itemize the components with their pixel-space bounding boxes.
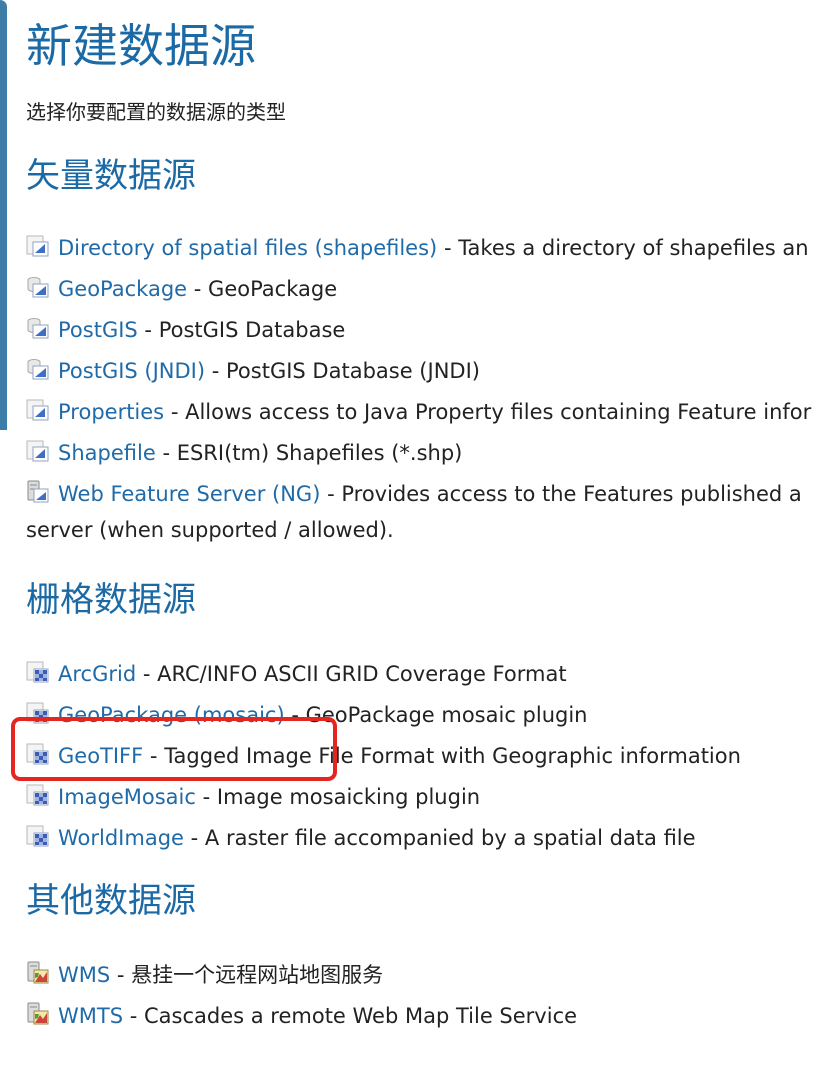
page-title: 新建数据源 (26, 19, 256, 73)
section-title-raster: 栅格数据源 (26, 580, 196, 620)
store-list-item: GeoPackage - GeoPackage (26, 269, 822, 310)
store-type-link[interactable]: PostGIS (58, 318, 138, 342)
store-type-link[interactable]: GeoPackage (58, 277, 187, 301)
section-title-other: 其他数据源 (26, 881, 196, 921)
store-list-item: Directory of spatial files (shapefiles) … (26, 228, 822, 269)
store-list-item: Properties - Allows access to Java Prope… (26, 392, 822, 433)
separator: - (116, 963, 125, 987)
raster-store-icon (26, 783, 50, 807)
store-type-link[interactable]: GeoPackage (mosaic) (58, 703, 285, 727)
raster-store-list: ArcGrid - ARC/INFO ASCII GRID Coverage F… (26, 654, 822, 859)
other-store-list: WMS - 悬挂一个远程网站地图服务 WMTS - Cascades a remo… (26, 955, 822, 1037)
store-type-link[interactable]: Properties (58, 400, 164, 424)
separator: - (327, 482, 335, 506)
store-type-link[interactable]: Shapefile (58, 441, 156, 465)
server-store-icon (26, 480, 50, 504)
store-type-link[interactable]: WMS (58, 963, 110, 987)
wms-store-icon (26, 961, 50, 985)
store-type-description: ARC/INFO ASCII GRID Coverage Format (157, 662, 567, 686)
raster-store-icon (26, 660, 50, 684)
store-type-description: Cascades a remote Web Map Tile Service (144, 1004, 578, 1028)
store-type-description: A raster file accompanied by a spatial d… (204, 826, 696, 850)
store-type-link[interactable]: PostGIS (JNDI) (58, 359, 205, 383)
separator: - (193, 277, 202, 301)
store-type-link[interactable]: WMTS (58, 1004, 123, 1028)
separator: - (149, 744, 158, 768)
store-type-description: Image mosaicking plugin (216, 785, 481, 809)
separator: - (202, 785, 211, 809)
store-type-link[interactable]: Web Feature Server (NG) (58, 482, 320, 506)
store-list-item: Web Feature Server (NG) - Provides acces… (26, 474, 822, 548)
separator: - (129, 1004, 138, 1028)
separator: - (291, 703, 299, 727)
store-list-item: Shapefile - ESRI(tm) Shapefiles (*.shp) (26, 433, 822, 474)
store-list-item: GeoTIFF - Tagged Image File Format with … (26, 736, 822, 777)
store-list-item: PostGIS (JNDI) - PostGIS Database (JNDI) (26, 351, 822, 392)
store-type-description: PostGIS Database (JNDI) (226, 359, 480, 383)
store-list-item: WMTS - Cascades a remote Web Map Tile Se… (26, 996, 822, 1037)
separator: - (170, 400, 179, 424)
store-type-link[interactable]: GeoTIFF (58, 744, 143, 768)
store-type-description: Allows access to Java Property files con… (185, 400, 812, 424)
store-type-description: PostGIS Database (158, 318, 346, 342)
store-type-link[interactable]: WorldImage (58, 826, 184, 850)
database-store-icon (26, 275, 50, 299)
store-type-description: ESRI(tm) Shapefiles (*.shp) (176, 441, 463, 465)
store-type-description: Takes a directory of shapefiles an (458, 236, 809, 260)
section-title-vector: 矢量数据源 (26, 156, 196, 196)
store-type-description: GeoPackage mosaic plugin (305, 703, 588, 727)
separator: - (211, 359, 220, 383)
store-type-link[interactable]: Directory of spatial files (shapefiles) (58, 236, 437, 260)
separator: - (142, 662, 151, 686)
store-list-item: ImageMosaic - Image mosaicking plugin (26, 777, 822, 818)
page-subtitle: 选择你要配置的数据源的类型 (26, 100, 286, 124)
store-type-link[interactable]: ImageMosaic (58, 785, 196, 809)
store-type-description: Tagged Image File Format with Geographic… (164, 744, 741, 768)
store-list-item: WorldImage - A raster file accompanied b… (26, 818, 822, 859)
vector-store-icon (26, 398, 50, 422)
separator: - (190, 826, 199, 850)
database-store-icon (26, 316, 50, 340)
separator: - (443, 236, 452, 260)
vector-store-icon (26, 234, 50, 258)
store-list-item: PostGIS - PostGIS Database (26, 310, 822, 351)
store-list-item: ArcGrid - ARC/INFO ASCII GRID Coverage F… (26, 654, 822, 695)
store-type-description: GeoPackage (208, 277, 338, 301)
raster-store-icon (26, 701, 50, 725)
wms-store-icon (26, 1002, 50, 1026)
left-accent-bar (0, 0, 7, 430)
separator: - (162, 441, 171, 465)
store-type-description: 悬挂一个远程网站地图服务 (131, 963, 384, 987)
content-area: 新建数据源 选择你要配置的数据源的类型 矢量数据源 Directory of s… (26, 14, 822, 1037)
store-list-item: WMS - 悬挂一个远程网站地图服务 (26, 955, 822, 996)
vector-store-list: Directory of spatial files (shapefiles) … (26, 228, 822, 548)
database-store-icon (26, 357, 50, 381)
separator: - (144, 318, 152, 342)
new-data-source-page: 新建数据源 选择你要配置的数据源的类型 矢量数据源 Directory of s… (0, 0, 822, 1092)
store-type-link[interactable]: ArcGrid (58, 662, 136, 686)
raster-store-icon (26, 824, 50, 848)
store-list-item: GeoPackage (mosaic) - GeoPackage mosaic … (26, 695, 822, 736)
raster-store-icon (26, 742, 50, 766)
vector-store-icon (26, 439, 50, 463)
